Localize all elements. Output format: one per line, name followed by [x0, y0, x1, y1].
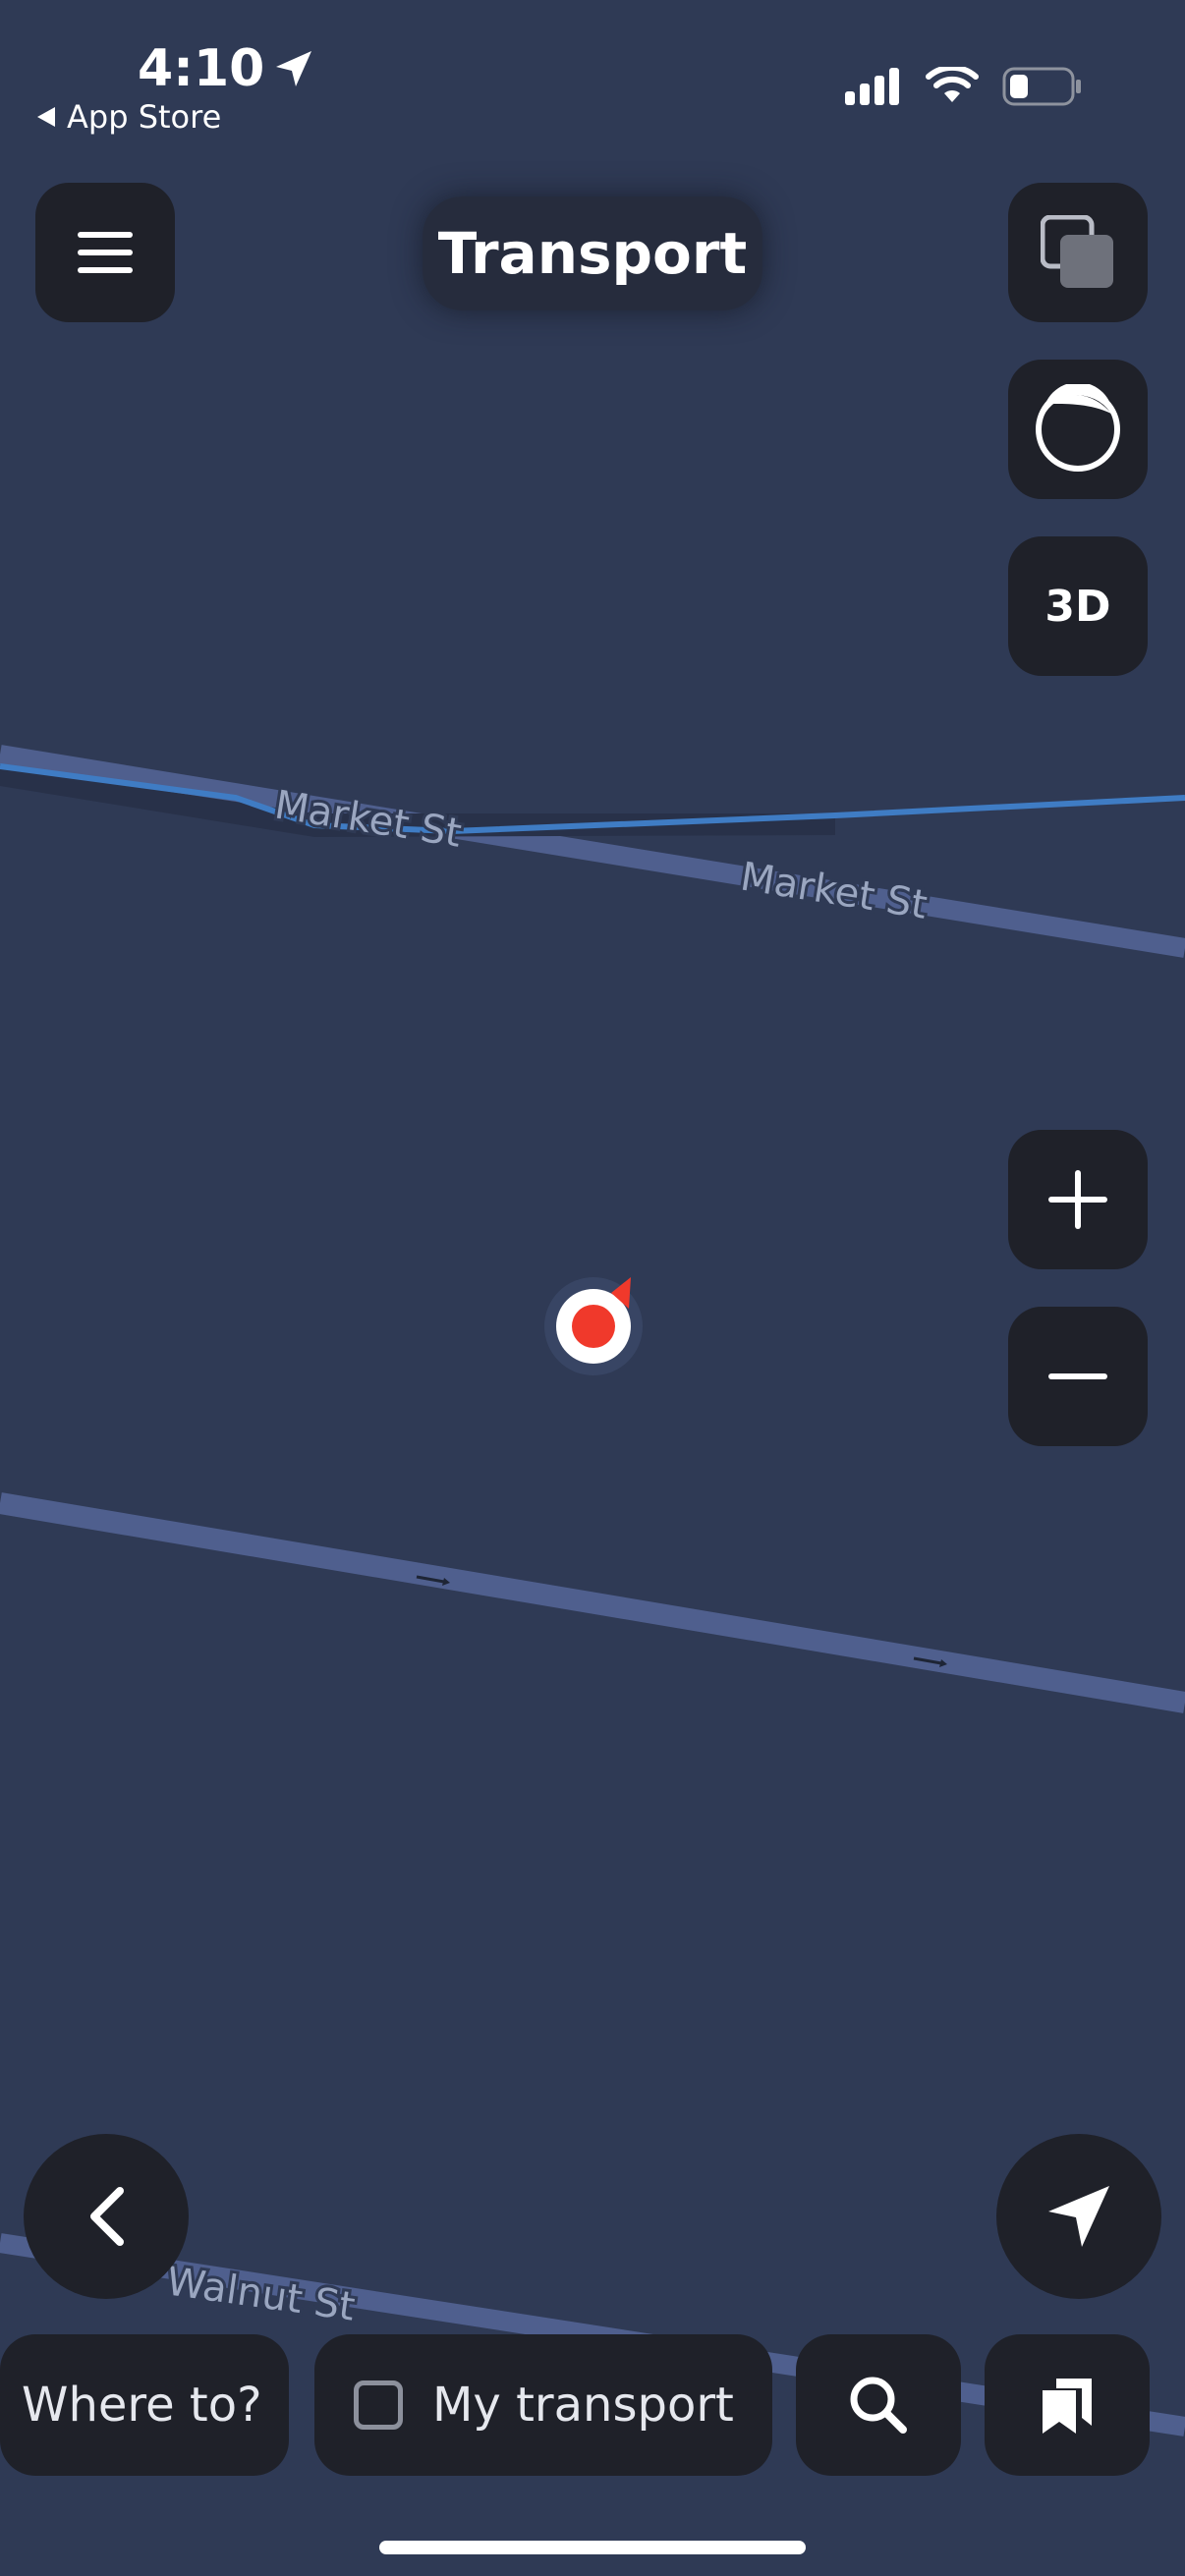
theme-button[interactable] [1008, 360, 1148, 499]
search-button[interactable] [796, 2334, 961, 2476]
navigation-arrow-icon [1048, 2186, 1109, 2247]
layers-icon [1041, 215, 1113, 288]
page-title: Transport [423, 196, 762, 310]
3d-toggle-button[interactable]: 3D [1008, 536, 1148, 676]
zoom-out-button[interactable] [1008, 1307, 1148, 1446]
wifi-icon [926, 67, 979, 102]
cellular-signal-icon [845, 68, 899, 105]
back-button[interactable] [24, 2134, 189, 2299]
zoom-in-button[interactable] [1008, 1130, 1148, 1269]
home-indicator[interactable] [379, 2541, 806, 2554]
status-indicators [845, 67, 1083, 106]
chevron-left-icon [90, 2187, 124, 2246]
plus-icon [1048, 1170, 1107, 1229]
where-to-label: Where to? [22, 2378, 262, 2433]
minus-icon [1048, 1373, 1107, 1379]
hamburger-icon [78, 232, 133, 273]
battery-icon [1002, 67, 1081, 106]
search-icon [850, 2377, 907, 2434]
bookmarks-button[interactable] [985, 2334, 1150, 2476]
location-arrow-icon [276, 51, 312, 86]
back-to-app-store[interactable]: App Store [35, 98, 221, 136]
locate-me-button[interactable] [996, 2134, 1161, 2299]
my-transport-checkbox[interactable] [354, 2380, 403, 2430]
status-time: 4:10 [138, 39, 315, 98]
3d-label: 3D [1044, 581, 1111, 632]
where-to-button[interactable]: Where to? [0, 2334, 289, 2476]
back-triangle-icon [37, 107, 55, 127]
bookmarks-icon [1043, 2379, 1092, 2434]
back-label: App Store [67, 98, 222, 136]
menu-button[interactable] [35, 183, 175, 322]
layers-button[interactable] [1008, 183, 1148, 322]
my-transport-label: My transport [432, 2378, 734, 2433]
moon-circle-icon [1036, 384, 1120, 472]
my-transport-toggle[interactable]: My transport [314, 2334, 772, 2476]
status-time-text: 4:10 [138, 39, 265, 98]
user-location-marker[interactable] [544, 1277, 643, 1375]
